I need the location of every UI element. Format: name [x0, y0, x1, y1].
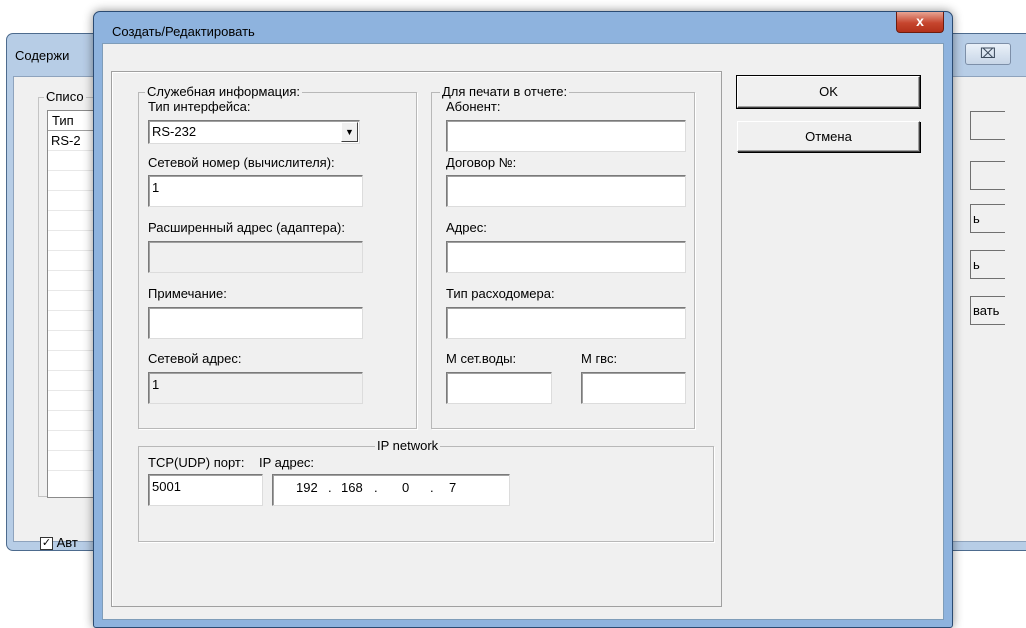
- background-button-2[interactable]: [970, 161, 1005, 190]
- network-number-label: Сетевой номер (вычислителя):: [148, 155, 335, 170]
- chevron-down-icon[interactable]: ▼: [341, 122, 358, 142]
- cancel-button[interactable]: Отмена: [737, 121, 920, 152]
- m-hot-water-input[interactable]: [581, 372, 686, 404]
- network-number-input[interactable]: 1: [148, 175, 363, 207]
- service-info-legend: Служебная информация:: [145, 84, 303, 99]
- address-label: Адрес:: [446, 220, 487, 235]
- edit-dialog: Создать/Редактировать x Служебная информ…: [93, 11, 953, 628]
- interface-type-label: Тип интерфейса:: [148, 99, 251, 114]
- flowmeter-type-input[interactable]: [446, 307, 686, 339]
- subscriber-label: Абонент:: [446, 99, 501, 114]
- ip-dot-2: .: [374, 480, 378, 495]
- checkbox-checked-icon[interactable]: ✓: [40, 537, 53, 551]
- dialog-title: Создать/Редактировать: [112, 24, 255, 39]
- background-checkbox-label: Авт: [56, 535, 78, 550]
- background-checkbox-row[interactable]: ✓ Авт: [40, 535, 78, 551]
- extended-address-label: Расширенный адрес (адаптера):: [148, 220, 345, 235]
- print-info-group: Для печати в отчете: Абонент: Договор №:…: [431, 84, 695, 429]
- network-address-input: 1: [148, 372, 363, 404]
- ip-network-legend: IP network: [375, 438, 441, 453]
- m-network-water-input[interactable]: [446, 372, 552, 404]
- m-hot-water-label: М гвс:: [581, 351, 618, 366]
- note-label: Примечание:: [148, 286, 227, 301]
- ip-octet-1[interactable]: 192: [296, 480, 318, 495]
- note-input[interactable]: [148, 307, 363, 339]
- network-address-label: Сетевой адрес:: [148, 351, 242, 366]
- ip-address-input[interactable]: 192 . 168 . 0 . 7: [272, 474, 510, 506]
- ip-octet-4[interactable]: 7: [449, 480, 456, 495]
- dialog-client-area: Служебная информация: Тип интерфейса: RS…: [102, 43, 944, 620]
- background-button-3[interactable]: ь: [970, 204, 1005, 233]
- background-button-5[interactable]: вать: [970, 296, 1005, 325]
- address-input[interactable]: [446, 241, 686, 273]
- contract-label: Договор №:: [446, 155, 517, 170]
- ip-dot-1: .: [328, 480, 332, 495]
- ip-address-label: IP адрес:: [259, 455, 315, 470]
- background-button-1[interactable]: [970, 111, 1005, 140]
- background-close-icon[interactable]: ⌧: [965, 43, 1011, 65]
- extended-address-input: [148, 241, 363, 273]
- ip-network-group: IP network TCP(UDP) порт: IP адрес: 5001…: [138, 438, 714, 542]
- print-info-legend: Для печати в отчете:: [440, 84, 570, 99]
- m-network-water-label: М сет.воды:: [446, 351, 517, 366]
- ip-octet-2[interactable]: 168: [341, 480, 363, 495]
- port-label: TCP(UDP) порт:: [148, 455, 245, 470]
- background-window-title: Содержи: [15, 48, 70, 63]
- background-button-4[interactable]: ь: [970, 250, 1005, 279]
- contract-input[interactable]: [446, 175, 686, 207]
- ip-octet-3[interactable]: 0: [402, 480, 409, 495]
- subscriber-input[interactable]: [446, 120, 686, 152]
- interface-type-select[interactable]: RS-232 ▼: [148, 120, 360, 144]
- interface-type-value: RS-232: [152, 124, 197, 139]
- flowmeter-type-label: Тип расходомера:: [446, 286, 555, 301]
- close-icon[interactable]: x: [896, 12, 944, 33]
- ok-button[interactable]: OK: [736, 75, 921, 109]
- background-group-label: Списо: [44, 89, 86, 104]
- port-input[interactable]: 5001: [148, 474, 263, 506]
- ip-dot-3: .: [430, 480, 434, 495]
- service-info-group: Служебная информация: Тип интерфейса: RS…: [138, 84, 417, 429]
- form-panel: Служебная информация: Тип интерфейса: RS…: [111, 71, 722, 607]
